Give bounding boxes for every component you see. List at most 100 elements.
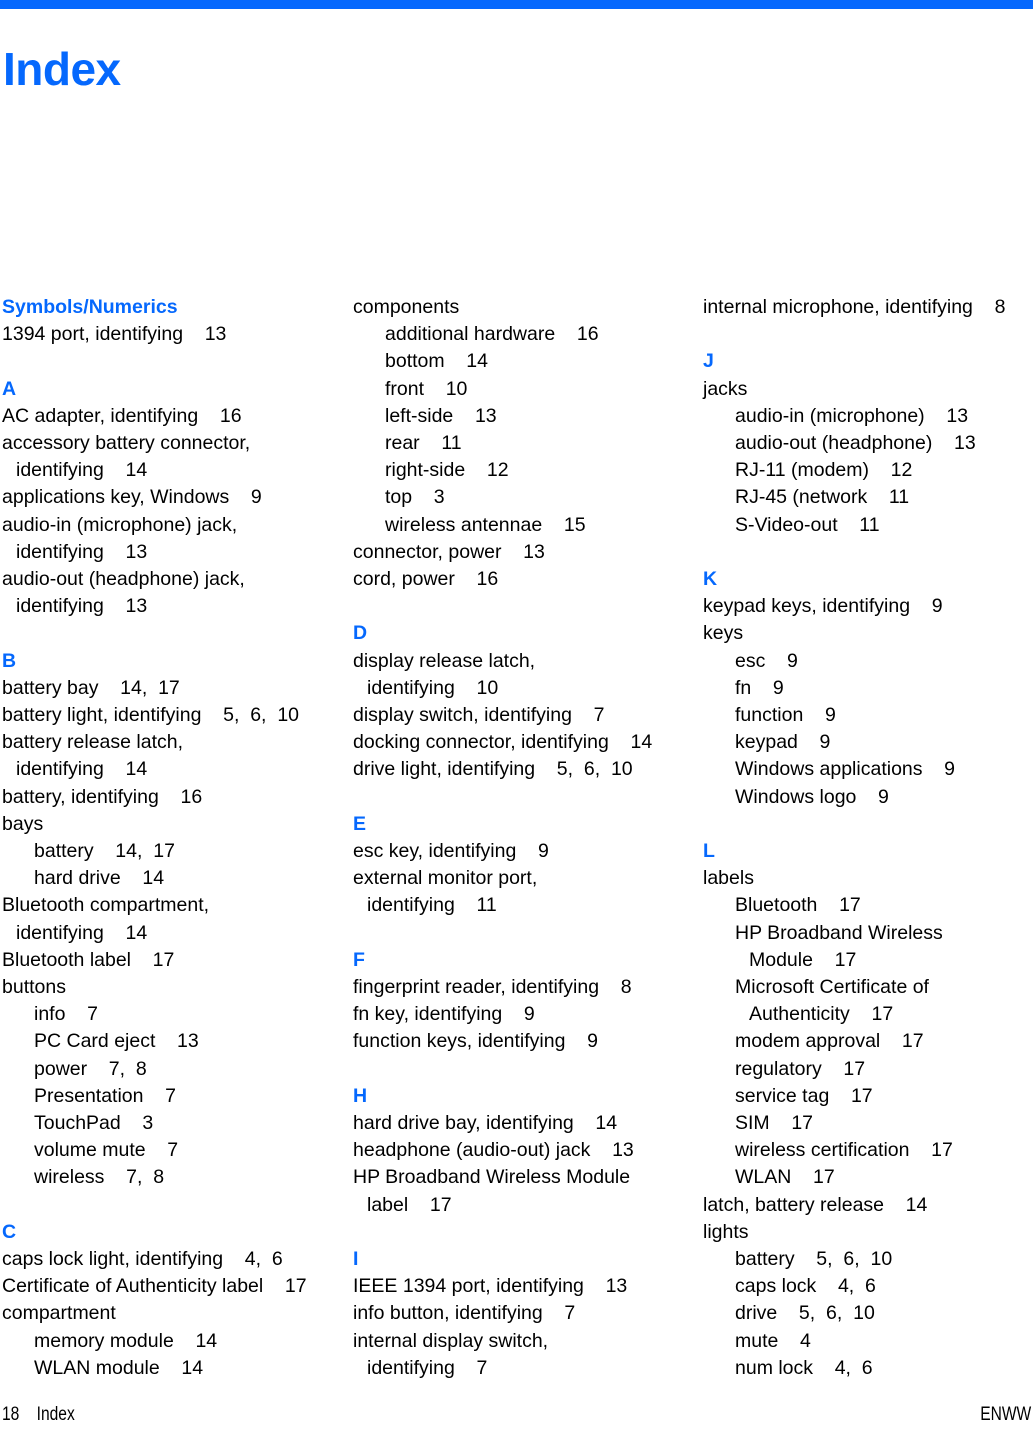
index-subentry[interactable]: audio-in (microphone) 13 xyxy=(703,403,1032,430)
index-subentry[interactable]: fn 9 xyxy=(703,675,1032,702)
index-subentry[interactable]: front 10 xyxy=(353,376,688,403)
index-entry[interactable]: caps lock light, identifying 4, 6 xyxy=(2,1246,344,1273)
index-subentry[interactable]: Bluetooth 17 xyxy=(703,892,1032,919)
index-subentry[interactable]: HP Broadband Wireless xyxy=(703,920,1032,947)
index-entry[interactable]: keys xyxy=(703,620,1032,647)
index-subentry[interactable]: volume mute 7 xyxy=(2,1137,344,1164)
index-subentry[interactable]: wireless antennae 15 xyxy=(353,512,688,539)
index-subentry[interactable]: keypad 9 xyxy=(703,729,1032,756)
index-subentry[interactable]: RJ-11 (modem) 12 xyxy=(703,457,1032,484)
index-entry[interactable]: Bluetooth compartment, xyxy=(2,892,344,919)
index-subentry[interactable]: S-Video-out 11 xyxy=(703,512,1032,539)
index-letter-heading[interactable]: Symbols/Numerics xyxy=(2,294,344,321)
index-subentry[interactable]: SIM 17 xyxy=(703,1110,1032,1137)
index-entry[interactable]: function keys, identifying 9 xyxy=(353,1028,688,1055)
index-entry-continuation[interactable]: Module 17 xyxy=(703,947,1032,974)
index-entry[interactable]: 1394 port, identifying 13 xyxy=(2,321,344,348)
index-entry[interactable]: external monitor port, xyxy=(353,865,688,892)
index-entry-continuation[interactable]: identifying 14 xyxy=(2,457,344,484)
index-entry[interactable]: labels xyxy=(703,865,1032,892)
index-subentry[interactable]: audio-out (headphone) 13 xyxy=(703,430,1032,457)
index-letter-heading[interactable]: L xyxy=(703,838,1032,865)
index-subentry[interactable]: memory module 14 xyxy=(2,1328,344,1355)
index-subentry[interactable]: caps lock 4, 6 xyxy=(703,1273,1032,1300)
index-subentry[interactable]: Presentation 7 xyxy=(2,1083,344,1110)
index-entry[interactable]: latch, battery release 14 xyxy=(703,1192,1032,1219)
index-subentry[interactable]: function 9 xyxy=(703,702,1032,729)
index-entry-continuation[interactable]: identifying 13 xyxy=(2,539,344,566)
index-entry[interactable]: info button, identifying 7 xyxy=(353,1300,688,1327)
index-entry[interactable]: battery bay 14, 17 xyxy=(2,675,344,702)
index-subentry[interactable]: wireless 7, 8 xyxy=(2,1164,344,1191)
index-letter-heading[interactable]: I xyxy=(353,1246,688,1273)
index-letter-heading[interactable]: K xyxy=(703,566,1032,593)
index-entry[interactable]: connector, power 13 xyxy=(353,539,688,566)
index-subentry[interactable]: battery 14, 17 xyxy=(2,838,344,865)
index-entry[interactable]: lights xyxy=(703,1219,1032,1246)
index-entry[interactable]: battery release latch, xyxy=(2,729,344,756)
index-subentry[interactable]: Windows applications 9 xyxy=(703,756,1032,783)
index-subentry[interactable]: top 3 xyxy=(353,484,688,511)
index-entry[interactable]: battery, identifying 16 xyxy=(2,784,344,811)
index-subentry[interactable]: num lock 4, 6 xyxy=(703,1355,1032,1382)
index-entry[interactable]: battery light, identifying 5, 6, 10 xyxy=(2,702,344,729)
index-letter-heading[interactable]: H xyxy=(353,1083,688,1110)
index-entry[interactable]: buttons xyxy=(2,974,344,1001)
index-entry[interactable]: audio-in (microphone) jack, xyxy=(2,512,344,539)
index-letter-heading[interactable]: B xyxy=(2,648,344,675)
index-letter-heading[interactable]: E xyxy=(353,811,688,838)
index-entry[interactable]: hard drive bay, identifying 14 xyxy=(353,1110,688,1137)
index-entry[interactable]: internal microphone, identifying 8 xyxy=(703,294,1032,321)
index-letter-heading[interactable]: D xyxy=(353,620,688,647)
index-entry[interactable]: Certificate of Authenticity label 17 xyxy=(2,1273,344,1300)
index-entry[interactable]: jacks xyxy=(703,376,1032,403)
index-letter-heading[interactable]: A xyxy=(2,376,344,403)
index-entry[interactable]: components xyxy=(353,294,688,321)
index-entry[interactable]: AC adapter, identifying 16 xyxy=(2,403,344,430)
index-subentry[interactable]: Microsoft Certificate of xyxy=(703,974,1032,1001)
index-entry-continuation[interactable]: label 17 xyxy=(353,1192,688,1219)
index-subentry[interactable]: service tag 17 xyxy=(703,1083,1032,1110)
index-entry[interactable]: esc key, identifying 9 xyxy=(353,838,688,865)
index-entry[interactable]: audio-out (headphone) jack, xyxy=(2,566,344,593)
index-entry-continuation[interactable]: identifying 14 xyxy=(2,756,344,783)
index-entry-continuation[interactable]: identifying 13 xyxy=(2,593,344,620)
index-subentry[interactable]: drive 5, 6, 10 xyxy=(703,1300,1032,1327)
index-entry[interactable]: internal display switch, xyxy=(353,1328,688,1355)
index-entry-continuation[interactable]: identifying 14 xyxy=(2,920,344,947)
index-entry[interactable]: fingerprint reader, identifying 8 xyxy=(353,974,688,1001)
index-subentry[interactable]: hard drive 14 xyxy=(2,865,344,892)
index-subentry[interactable]: esc 9 xyxy=(703,648,1032,675)
index-entry[interactable]: headphone (audio-out) jack 13 xyxy=(353,1137,688,1164)
index-subentry[interactable]: WLAN 17 xyxy=(703,1164,1032,1191)
index-subentry[interactable]: regulatory 17 xyxy=(703,1056,1032,1083)
index-entry[interactable]: applications key, Windows 9 xyxy=(2,484,344,511)
index-entry[interactable]: keypad keys, identifying 9 xyxy=(703,593,1032,620)
index-entry[interactable]: Bluetooth label 17 xyxy=(2,947,344,974)
index-subentry[interactable]: right-side 12 xyxy=(353,457,688,484)
index-subentry[interactable]: modem approval 17 xyxy=(703,1028,1032,1055)
index-entry[interactable]: display switch, identifying 7 xyxy=(353,702,688,729)
index-entry[interactable]: display release latch, xyxy=(353,648,688,675)
index-entry[interactable]: cord, power 16 xyxy=(353,566,688,593)
index-subentry[interactable]: left-side 13 xyxy=(353,403,688,430)
index-letter-heading[interactable]: J xyxy=(703,348,1032,375)
index-subentry[interactable]: info 7 xyxy=(2,1001,344,1028)
index-letter-heading[interactable]: F xyxy=(353,947,688,974)
index-entry[interactable]: docking connector, identifying 14 xyxy=(353,729,688,756)
index-subentry[interactable]: additional hardware 16 xyxy=(353,321,688,348)
index-letter-heading[interactable]: C xyxy=(2,1219,344,1246)
index-entry[interactable]: IEEE 1394 port, identifying 13 xyxy=(353,1273,688,1300)
index-subentry[interactable]: Windows logo 9 xyxy=(703,784,1032,811)
index-subentry[interactable]: bottom 14 xyxy=(353,348,688,375)
index-subentry[interactable]: PC Card eject 13 xyxy=(2,1028,344,1055)
index-entry[interactable]: fn key, identifying 9 xyxy=(353,1001,688,1028)
index-entry-continuation[interactable]: identifying 10 xyxy=(353,675,688,702)
index-subentry[interactable]: power 7, 8 xyxy=(2,1056,344,1083)
index-subentry[interactable]: wireless certification 17 xyxy=(703,1137,1032,1164)
index-subentry[interactable]: battery 5, 6, 10 xyxy=(703,1246,1032,1273)
index-subentry[interactable]: RJ-45 (network 11 xyxy=(703,484,1032,511)
index-entry-continuation[interactable]: identifying 11 xyxy=(353,892,688,919)
index-entry-continuation[interactable]: identifying 7 xyxy=(353,1355,688,1382)
index-subentry[interactable]: WLAN module 14 xyxy=(2,1355,344,1382)
